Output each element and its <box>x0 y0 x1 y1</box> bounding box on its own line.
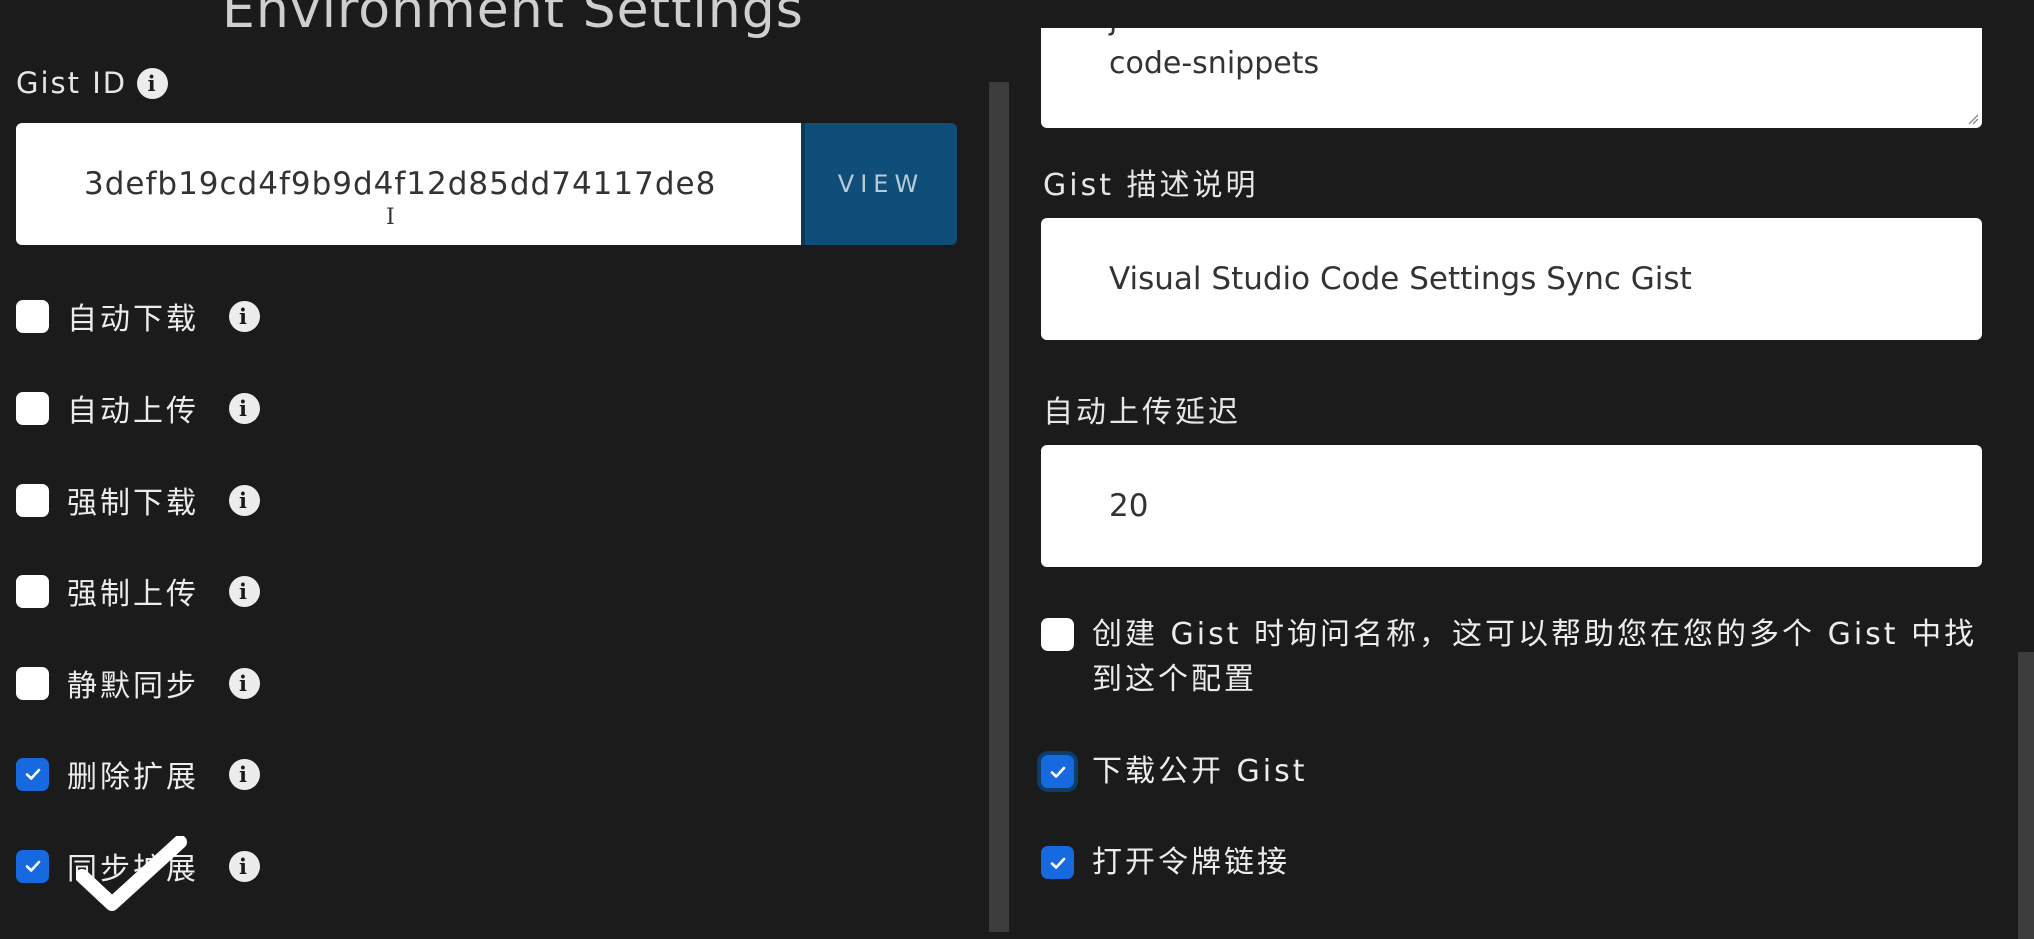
save-checkmark-icon[interactable] <box>76 836 188 916</box>
option-ask-gist-name[interactable]: 创建 Gist 时询问名称，这可以帮助您在您的多个 Gist 中找到这个配置 <box>1041 612 1992 702</box>
checkbox-checked[interactable] <box>1041 755 1074 788</box>
option-download-public-gist[interactable]: 下载公开 Gist <box>1041 749 1308 794</box>
auto-upload-delay-value: 20 <box>1109 488 1149 524</box>
info-icon[interactable]: i <box>229 300 260 332</box>
checkbox[interactable] <box>16 574 49 608</box>
info-icon[interactable]: i <box>229 484 260 516</box>
option-label: 强制下载 <box>67 486 199 521</box>
option-label: 下载公开 Gist <box>1092 754 1308 789</box>
textarea-line: j <box>1109 28 1117 37</box>
textarea-line: code-snippets <box>1109 46 1320 81</box>
gist-id-label-text: Gist ID <box>16 66 128 100</box>
gist-id-value: 3defb19cd4f9b9d4f12d85dd74117de8 <box>84 166 717 202</box>
gist-id-row: 3defb19cd4f9b9d4f12d85dd74117de8 I VIEW <box>16 123 957 245</box>
option-label: 打开令牌链接 <box>1092 845 1290 880</box>
info-icon[interactable]: i <box>229 758 260 790</box>
checkmark-icon <box>25 768 40 780</box>
info-icon[interactable]: i <box>229 850 260 882</box>
checkmark-icon <box>1050 766 1065 778</box>
option-auto-download[interactable]: 自动下载 i <box>16 294 260 338</box>
option-label: 自动下载 <box>67 302 199 337</box>
option-open-token-link[interactable]: 打开令牌链接 <box>1041 840 1290 885</box>
gist-id-label: Gist ID i <box>16 66 169 100</box>
checkbox[interactable] <box>16 483 49 517</box>
info-icon[interactable]: i <box>137 67 169 99</box>
gist-id-input[interactable]: 3defb19cd4f9b9d4f12d85dd74117de8 I <box>16 123 801 245</box>
info-icon[interactable]: i <box>229 667 260 699</box>
gist-description-label: Gist 描述说明 <box>1043 168 1259 203</box>
checkmark-icon <box>1050 857 1065 869</box>
checkbox[interactable] <box>16 666 49 700</box>
option-remove-extensions[interactable]: 删除扩展 i <box>16 752 260 796</box>
option-label: 创建 Gist 时询问名称，这可以帮助您在您的多个 Gist 中找到这个配置 <box>1092 617 1978 697</box>
checkbox-checked[interactable] <box>1041 846 1074 879</box>
option-force-upload[interactable]: 强制上传 i <box>16 569 260 613</box>
gist-description-value: Visual Studio Code Settings Sync Gist <box>1109 261 1692 297</box>
auto-upload-delay-input[interactable]: 20 <box>1041 445 1982 567</box>
checkbox[interactable] <box>16 299 49 333</box>
option-label: 静默同步 <box>67 669 199 704</box>
checkbox[interactable] <box>16 391 49 425</box>
option-auto-upload[interactable]: 自动上传 i <box>16 386 260 430</box>
right-scrollbar[interactable] <box>2018 652 2034 939</box>
checkbox-checked[interactable] <box>16 757 49 791</box>
checkbox-checked[interactable] <box>16 849 49 883</box>
gist-description-input[interactable]: Visual Studio Code Settings Sync Gist <box>1041 218 1982 340</box>
option-force-download[interactable]: 强制下载 i <box>16 478 260 522</box>
checkmark-icon <box>25 860 40 872</box>
ignore-list-textarea[interactable]: j code-snippets <box>1041 28 1982 128</box>
option-silent-sync[interactable]: 静默同步 i <box>16 661 260 705</box>
text-cursor-icon: I <box>386 205 396 230</box>
info-icon[interactable]: i <box>229 392 260 424</box>
resize-handle-icon[interactable] <box>1967 113 1979 125</box>
settings-page: Environment Settings Gist ID i 3defb19cd… <box>0 0 2034 939</box>
option-label: 自动上传 <box>67 394 199 429</box>
auto-upload-delay-label: 自动上传延迟 <box>1043 395 1241 430</box>
option-label: 强制上传 <box>67 577 199 612</box>
checkbox[interactable] <box>1041 618 1074 651</box>
section-heading: Environment Settings <box>222 0 804 40</box>
view-button[interactable]: VIEW <box>801 123 957 245</box>
left-scrollbar[interactable] <box>989 82 1009 932</box>
option-label: 删除扩展 <box>67 760 199 795</box>
info-icon[interactable]: i <box>229 575 260 607</box>
